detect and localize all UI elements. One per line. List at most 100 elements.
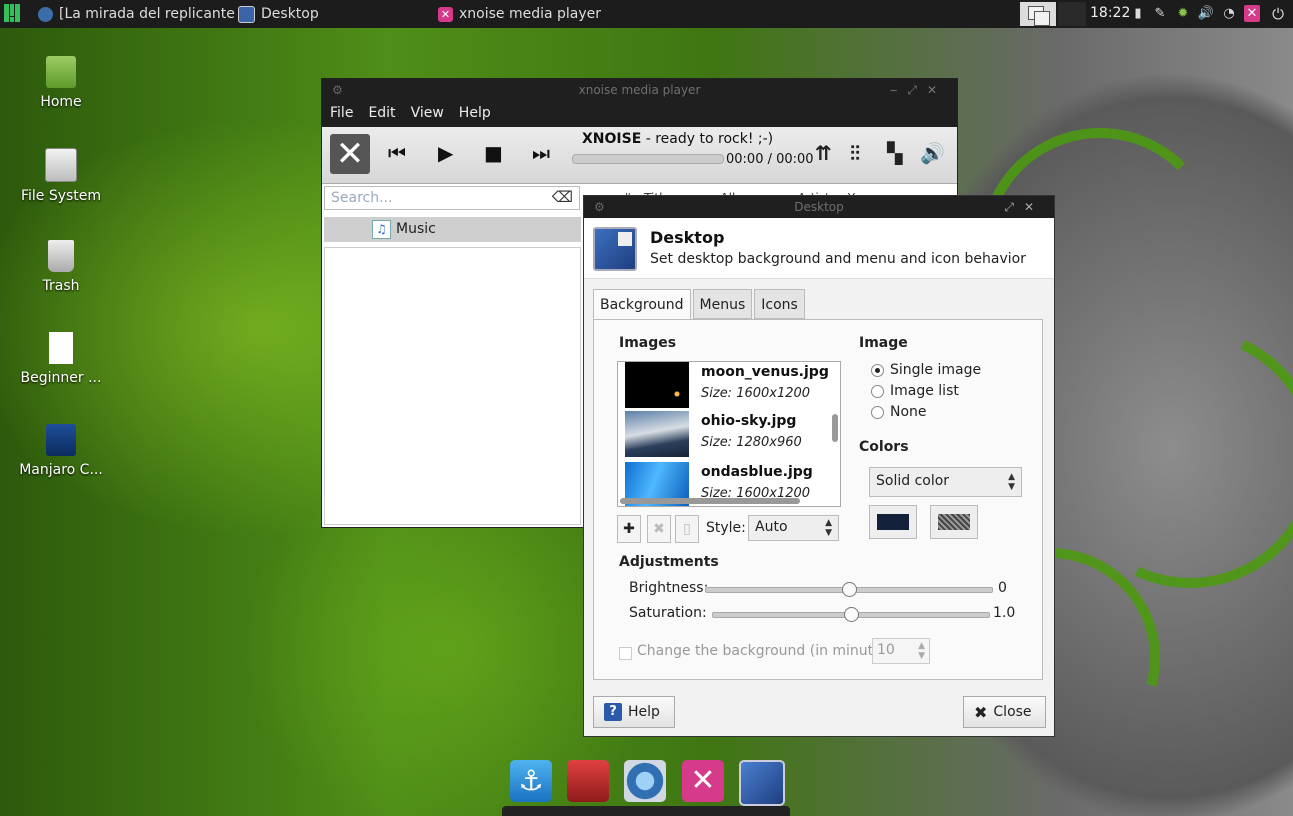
pen-icon[interactable]: ✎ [1152,5,1168,22]
add-image-button[interactable]: ✚ [617,515,641,543]
window-controls[interactable]: ‒⤢✕ [890,79,947,101]
xnoise-icon: ✕ [438,6,453,22]
radio-label: Image list [890,383,959,399]
trash-icon [48,240,74,272]
library-search-input[interactable]: Search... ⌫ [324,186,580,210]
play-icon[interactable]: ▶ [438,141,453,165]
shutdown-icon[interactable]: ⏻ [1270,5,1286,23]
clock[interactable]: 18:22 [1090,5,1130,21]
color-style-combo[interactable]: Solid color ▲ ▼ [869,467,1022,497]
updates-icon[interactable]: ✹ [1175,5,1191,22]
download-icon [46,424,76,456]
close-button[interactable]: ✖ Close [963,696,1046,728]
image-item[interactable]: moon_venus.jpg Size: 1600x1200 [625,362,835,410]
desktop-icon-trash[interactable]: Trash [16,240,106,294]
image-name: moon_venus.jpg [701,364,829,380]
brightness-slider[interactable] [705,582,993,597]
equalizer-icon[interactable]: ⫶⫶ [850,141,860,165]
saturation-label: Saturation: [629,605,707,621]
volume-icon[interactable]: 🔊 [1198,5,1214,22]
workspace-1[interactable] [1020,2,1056,26]
volume-icon[interactable]: 🔊 [920,141,945,165]
desktop-icon-manjaro-installer[interactable]: Manjaro C... [16,424,106,478]
style-combo[interactable]: Auto ▲ ▼ [748,515,839,541]
anchor-icon[interactable]: ⚓ [510,760,552,802]
chromium-icon[interactable] [624,760,666,802]
tab-background[interactable]: Background [593,289,691,319]
change-background-checkbox[interactable] [619,647,632,660]
desktop-icon-filesystem[interactable]: File System [16,148,106,204]
radio-single-image[interactable]: Single image [871,362,981,378]
radio-image-list[interactable]: Image list [871,383,959,399]
xnoise-titlebar[interactable]: ⚙ xnoise media player ‒⤢✕ [322,79,957,101]
now-playing-status: - ready to rock! ;-) [641,131,774,147]
workspace-2[interactable] [1058,2,1086,26]
next-icon[interactable]: ⏭ [532,141,550,165]
primary-color-button[interactable] [869,505,917,539]
chromium-icon [38,6,53,22]
taskbar-item-desktop[interactable]: Desktop [238,0,319,28]
image-list-vscrollbar[interactable] [832,414,838,442]
radio-none[interactable]: None [871,404,927,420]
image-size: Size: 1280x960 [701,435,802,450]
desktop-settings-icon[interactable] [739,760,785,806]
image-list[interactable]: moon_venus.jpg Size: 1600x1200 ohio-sky.… [617,361,841,507]
xnoise-tray-icon[interactable]: ✕ [1244,5,1260,22]
remove-image-button[interactable]: ✖ [647,515,671,543]
image-item[interactable]: ohio-sky.jpg Size: 1280x960 [625,411,835,459]
library-list[interactable] [324,247,581,525]
help-icon: ? [604,703,622,721]
change-background-minutes[interactable]: 10 ▲ ▼ [872,638,930,664]
background-tab-pane: Images moon_venus.jpg Size: 1600x1200 oh… [593,319,1043,680]
secondary-color-button[interactable] [930,505,978,539]
brightness-slider-knob[interactable] [842,582,857,597]
taskbar-item-xnoise[interactable]: ✕ xnoise media player [438,0,601,28]
package-manager-icon[interactable] [567,760,609,802]
radio-label: Single image [890,362,982,378]
menu-view[interactable]: View [403,101,451,127]
desktop-titlebar[interactable]: ⚙ Desktop ⤢✕ [584,196,1054,218]
desktop-icon-beginner-guide[interactable]: Beginner ... [16,332,106,386]
saturation-slider-knob[interactable] [844,607,859,622]
dialog-title: Desktop [650,228,725,247]
library-item-label: Music [396,221,436,237]
grid-view-icon[interactable]: ▚ [887,141,902,165]
library-item-music[interactable]: ♫ Music [324,217,581,242]
stop-icon[interactable]: ■ [484,141,503,165]
tab-menus[interactable]: Menus [692,289,753,319]
saturation-slider[interactable] [712,607,990,622]
dialog-subtitle: Set desktop background and menu and icon… [650,251,1026,267]
change-background-label: Change the background (in minutes): [637,643,900,659]
clear-search-icon[interactable]: ⌫ [552,188,573,206]
menu-edit[interactable]: Edit [360,101,402,127]
sort-icon[interactable]: ⇈ [815,141,832,165]
desktop-icon-home[interactable]: Home [16,56,106,110]
taskbar-item-label: [La mirada del replicante ... [59,6,253,22]
save-image-list-button[interactable]: ▯ [675,515,699,543]
xnoise-icon[interactable]: ✕ [682,760,724,802]
track-progress-bar[interactable] [572,154,724,164]
window-controls[interactable]: ⤢✕ [1004,196,1044,218]
help-button-label: Help [628,704,660,720]
window-menu-icon[interactable]: ⚙ [332,79,343,101]
image-size: Size: 1600x1200 [701,386,811,401]
tab-icons[interactable]: Icons [754,289,805,319]
radio-dot [871,405,884,419]
window-menu-icon[interactable]: ⚙ [594,196,605,218]
previous-icon[interactable]: ⏮ [388,141,406,165]
battery-icon[interactable]: ▮ [1130,5,1146,22]
taskbar-item-browser[interactable]: [La mirada del replicante ... [38,0,253,28]
document-icon [49,332,73,364]
help-button[interactable]: ? Help [593,696,675,728]
network-icon[interactable]: ◔ [1221,5,1237,22]
menu-help[interactable]: Help [451,101,498,127]
home-folder-icon [46,56,76,88]
manjaro-menu-icon[interactable] [4,4,20,22]
menu-file[interactable]: File [322,101,360,127]
desktop-settings-icon [238,5,255,23]
image-list-hscrollbar[interactable] [620,498,800,504]
radio-dot [871,384,884,398]
image-section-label: Image [859,335,908,351]
colors-section-label: Colors [859,439,909,455]
radio-label: None [890,404,927,420]
